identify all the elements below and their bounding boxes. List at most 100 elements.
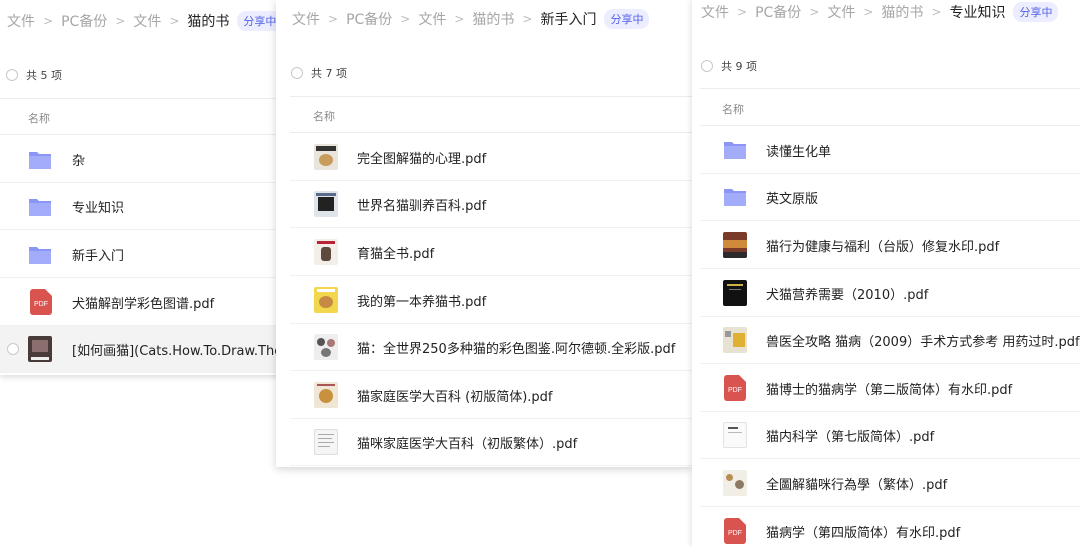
list-item[interactable]: 兽医全攻略 猫病（2009）手术方式参考 用药过时.pdf: [700, 317, 1080, 364]
folder-icon: [29, 247, 51, 264]
file-name: 全圖解貓咪行為學（繁体）.pdf: [766, 477, 948, 493]
file-name: 杂: [72, 153, 86, 169]
item-count-row: 共 5 项: [6, 67, 62, 83]
chevron-right-icon: >: [169, 14, 180, 28]
list-item[interactable]: 完全图解猫的心理.pdf: [290, 134, 692, 181]
file-panel-cat-books: 文件 > PC备份 > 文件 > 猫的书 分享中 共 5 项 名称 杂 专业知识…: [0, 0, 286, 375]
list-item[interactable]: 育猫全书.pdf: [290, 229, 692, 276]
breadcrumb-files-2[interactable]: 文件: [418, 9, 446, 29]
pdf-file-icon: PDF: [724, 375, 746, 401]
book-cover-thumbnail: [723, 280, 747, 306]
list-item[interactable]: 专业知识: [0, 183, 286, 230]
svg-text:PDF: PDF: [728, 387, 742, 394]
breadcrumb-files-2[interactable]: 文件: [827, 2, 855, 22]
chevron-right-icon: >: [863, 5, 874, 19]
chevron-right-icon: >: [522, 12, 533, 26]
chevron-right-icon: >: [328, 12, 339, 26]
breadcrumb-pc-backup[interactable]: PC备份: [346, 9, 392, 29]
list-item[interactable]: PDF 犬猫解剖学彩色图谱.pdf: [0, 279, 286, 326]
select-all-radio[interactable]: [6, 69, 18, 81]
list-item[interactable]: 读懂生化单: [700, 127, 1080, 174]
row-select-radio[interactable]: [7, 343, 19, 355]
book-cover-thumbnail: [314, 429, 338, 455]
divider: [700, 88, 1080, 89]
list-item[interactable]: 猫行为健康与福利（台版）修复水印.pdf: [700, 222, 1080, 269]
file-name: [如何画猫](Cats.How.To.Draw.Them).pdf: [72, 343, 286, 359]
divider: [290, 96, 692, 97]
chevron-right-icon: >: [115, 14, 126, 28]
book-cover-thumbnail: [314, 382, 338, 408]
breadcrumb-files[interactable]: 文件: [701, 2, 729, 22]
file-name: 猫病学（第四版简体）有水印.pdf: [766, 525, 961, 541]
breadcrumb-files[interactable]: 文件: [292, 9, 320, 29]
list-item[interactable]: 猫咪家庭医学大百科（初版繁体）.pdf: [290, 419, 692, 466]
chevron-right-icon: >: [400, 12, 411, 26]
list-item[interactable]: 杂: [0, 136, 286, 183]
list-item[interactable]: 全圖解貓咪行為學（繁体）.pdf: [700, 460, 1080, 507]
file-panel-beginner: 文件 > PC备份 > 文件 > 猫的书 > 新手入门 分享中 共 7 项 名称…: [276, 0, 692, 467]
file-name: 猫咪家庭医学大百科（初版繁体）.pdf: [357, 436, 578, 452]
column-header-name[interactable]: 名称: [28, 110, 50, 126]
sharing-badge: 分享中: [604, 9, 650, 29]
folder-icon: [29, 199, 51, 216]
file-name: 英文原版: [766, 191, 819, 207]
file-name: 猫家庭医学大百科 (初版简体).pdf: [357, 389, 553, 405]
pdf-file-icon: PDF: [30, 289, 52, 315]
breadcrumb-current: 猫的书: [187, 14, 230, 30]
list-item[interactable]: 世界名猫驯养百科.pdf: [290, 181, 692, 228]
divider: [700, 125, 1080, 126]
list-item[interactable]: 英文原版: [700, 174, 1080, 221]
list-item[interactable]: [如何画猫](Cats.How.To.Draw.Them).pdf: [0, 326, 286, 373]
chevron-right-icon: >: [454, 12, 465, 26]
divider: [0, 98, 286, 99]
breadcrumb-cat-books[interactable]: 猫的书: [881, 2, 923, 22]
select-all-radio[interactable]: [291, 67, 303, 79]
breadcrumb-pc-backup[interactable]: PC备份: [61, 11, 107, 31]
list-item[interactable]: PDF 猫病学（第四版简体）有水印.pdf: [700, 508, 1080, 547]
book-cover-thumbnail: [314, 287, 338, 313]
book-cover-thumbnail: [314, 191, 338, 217]
book-cover-thumbnail: [314, 239, 338, 265]
file-name: 犬猫营养需要（2010）.pdf: [766, 287, 929, 303]
book-cover-thumbnail: [314, 334, 338, 360]
file-name: 猫：全世界250多种猫的彩色图鉴.阿尔德顿.全彩版.pdf: [357, 341, 676, 357]
column-header-name[interactable]: 名称: [313, 108, 335, 124]
book-cover-thumbnail: [723, 327, 747, 353]
list-item[interactable]: 猫家庭医学大百科 (初版简体).pdf: [290, 372, 692, 419]
file-name: 专业知识: [72, 200, 125, 216]
breadcrumb: 文件 > PC备份 > 文件 > 猫的书 分享中: [7, 9, 283, 33]
breadcrumb-pc-backup[interactable]: PC备份: [755, 2, 801, 22]
book-cover-thumbnail: [723, 422, 747, 448]
svg-text:PDF: PDF: [34, 301, 48, 308]
file-name: 完全图解猫的心理.pdf: [357, 151, 487, 167]
breadcrumb-current: 专业知识: [949, 5, 1006, 21]
item-count: 共 5 项: [26, 69, 62, 82]
folder-icon: [29, 152, 51, 169]
list-item[interactable]: 犬猫营养需要（2010）.pdf: [700, 270, 1080, 317]
breadcrumb-cat-books[interactable]: 猫的书: [472, 9, 514, 29]
list-item[interactable]: PDF 猫博士的猫病学（第二版简体）有水印.pdf: [700, 365, 1080, 412]
book-cover-thumbnail: [723, 232, 747, 258]
select-all-radio[interactable]: [701, 60, 713, 72]
item-count-row: 共 9 项: [701, 58, 757, 74]
file-name: 犬猫解剖学彩色图谱.pdf: [72, 296, 215, 312]
list-item[interactable]: 猫内科学（第七版简体）.pdf: [700, 412, 1080, 459]
sharing-badge: 分享中: [1013, 2, 1059, 22]
chevron-right-icon: >: [931, 5, 942, 19]
folder-icon: [724, 189, 746, 206]
list-item[interactable]: 猫：全世界250多种猫的彩色图鉴.阿尔德顿.全彩版.pdf: [290, 324, 692, 371]
breadcrumb-files[interactable]: 文件: [7, 11, 35, 31]
pdf-file-icon: PDF: [724, 518, 746, 544]
breadcrumb-files-2[interactable]: 文件: [133, 11, 161, 31]
list-item[interactable]: 我的第一本养猫书.pdf: [290, 277, 692, 324]
divider: [290, 132, 692, 133]
column-header-name[interactable]: 名称: [722, 101, 744, 117]
item-count: 共 7 项: [311, 67, 347, 80]
book-cover-thumbnail: [723, 470, 747, 496]
list-item[interactable]: 新手入门: [0, 231, 286, 278]
breadcrumb: 文件 > PC备份 > 文件 > 猫的书 > 新手入门 分享中: [292, 7, 650, 31]
breadcrumb-current: 新手入门: [540, 12, 597, 28]
file-name: 新手入门: [72, 248, 125, 264]
file-name: 读懂生化单: [766, 144, 832, 160]
file-panel-professional: 文件 > PC备份 > 文件 > 猫的书 > 专业知识 分享中 共 9 项 名称…: [692, 0, 1080, 547]
